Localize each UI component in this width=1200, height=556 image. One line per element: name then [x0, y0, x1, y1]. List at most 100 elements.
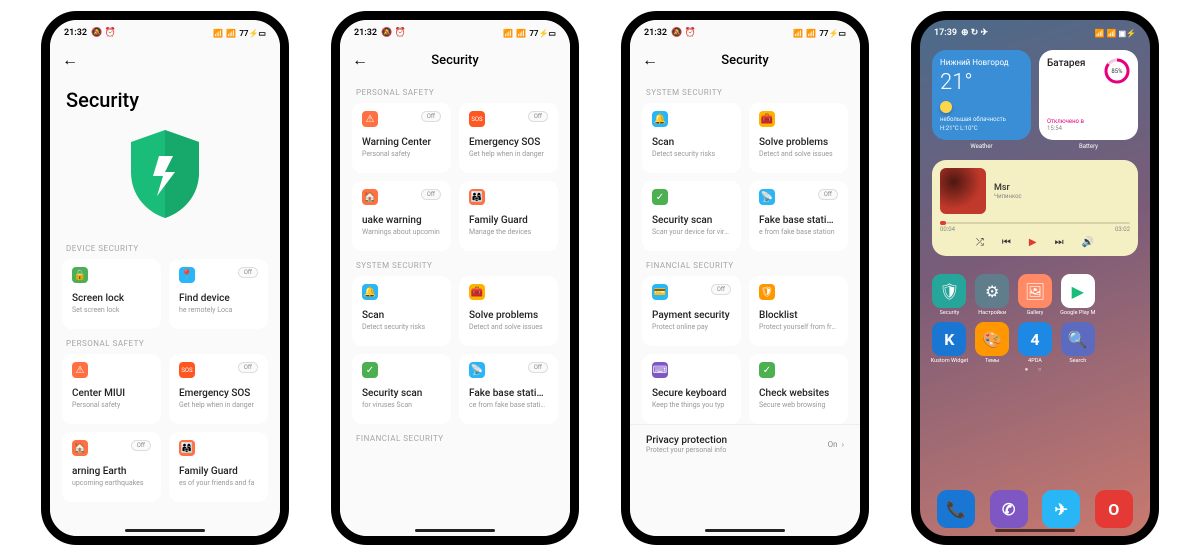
security-tile[interactable]: 💳OffPayment securityProtect online pay: [642, 276, 741, 346]
tile-grid-device: 🔒Screen lockSet screen lock📍OffFind devi…: [50, 259, 280, 329]
home-indicator[interactable]: [705, 529, 785, 532]
app-icon-Темы[interactable]: 🎨Темы: [973, 322, 1012, 364]
home-indicator[interactable]: [415, 529, 495, 532]
security-tile[interactable]: 👨‍👩‍👧Family Guardes of your friends and …: [169, 432, 268, 502]
tile-title: Scan: [652, 137, 731, 148]
phone-security-main: 21:32🔕 ⏰ 📶📶77⚡▭ ← Security DEVICE SECURI…: [41, 11, 289, 545]
section-system-security: SYSTEM SECURITY: [340, 251, 570, 276]
home-indicator[interactable]: [125, 529, 205, 532]
back-arrow-icon[interactable]: ←: [352, 50, 368, 70]
tile-title: Emergency SOS: [179, 388, 258, 399]
tile-grid: 🔔ScanDetect security risks🧰Solve problem…: [340, 276, 570, 424]
security-tile[interactable]: 🧰Solve problemsDetect and solve issues: [749, 103, 848, 173]
weather-desc: небольшая облачность: [940, 116, 1023, 123]
phone-security-personal: 21:32🔕 ⏰ 📶📶77⚡▭ ← Security PERSONAL SAFE…: [331, 11, 579, 545]
tile-title: Center MIUI: [72, 388, 151, 399]
security-tile[interactable]: ✓Security scanScan your device for virus: [642, 181, 741, 251]
tile-sub: Get help when in danger: [179, 401, 258, 409]
toggle-pill[interactable]: Off: [818, 189, 838, 200]
dock-app[interactable]: 📞: [937, 490, 975, 528]
tile-sub: Detect security risks: [362, 323, 441, 331]
security-tile[interactable]: 🔒Screen lockSet screen lock: [62, 259, 161, 329]
header: ←: [50, 42, 280, 78]
music-progress[interactable]: [940, 222, 1130, 224]
security-tile[interactable]: 🏠Offuake warningWarnings about upcomin: [352, 181, 451, 251]
security-tile[interactable]: 👨‍👩‍👧Family GuardManage the devices: [459, 181, 558, 251]
dock-app[interactable]: O: [1095, 490, 1133, 528]
tile-sub: Get help when in danger: [469, 150, 548, 158]
toggle-pill[interactable]: Off: [238, 267, 258, 278]
app-icon-Gallery[interactable]: 🖼Gallery: [1016, 274, 1055, 316]
back-arrow-icon[interactable]: ←: [62, 50, 78, 70]
toggle-pill[interactable]: Off: [421, 189, 441, 200]
toggle-pill[interactable]: Off: [238, 362, 258, 373]
weather-widget[interactable]: Нижний Новгород 21° небольшая облачность…: [932, 50, 1031, 140]
tile-title: Payment security: [652, 310, 731, 321]
security-tile[interactable]: ✓Check websitesSecure web browsing: [749, 354, 848, 424]
app-icon-Search[interactable]: 🔍Search: [1058, 322, 1097, 364]
section-personal-safety: PERSONAL SAFETY: [50, 329, 280, 354]
tile-title: Secure keyboard: [652, 388, 731, 399]
dock-app[interactable]: ✆: [990, 490, 1028, 528]
toggle-pill[interactable]: Off: [131, 440, 151, 451]
security-tile[interactable]: SOSOffEmergency SOSGet help when in dang…: [169, 354, 268, 424]
toggle-pill[interactable]: Off: [528, 111, 548, 122]
page-title: Security: [630, 53, 860, 68]
toggle-pill[interactable]: Off: [421, 111, 441, 122]
app-icon-Настройки[interactable]: ⚙Настройки: [973, 274, 1012, 316]
page-dots[interactable]: ● ○: [920, 364, 1150, 375]
app-icon-blank: [1101, 274, 1140, 316]
tile-sub: he remotely Loca: [179, 306, 258, 314]
tile-title: Blocklist: [759, 310, 838, 321]
security-tile[interactable]: ⌨Secure keyboardKeep the things you typ: [642, 354, 741, 424]
shuffle-icon[interactable]: ⤮: [976, 237, 984, 248]
page-title: Security: [340, 53, 570, 68]
security-tile[interactable]: ⚠OffWarning CenterPersonal safety: [352, 103, 451, 173]
tile-title: Screen lock: [72, 293, 151, 304]
tile-grid: 🔔ScanDetect security risks🧰Solve problem…: [630, 103, 860, 251]
battery-widget[interactable]: Батарея 85% Отключено в 15:54 Battery: [1039, 50, 1138, 140]
app-icon-Security[interactable]: 🛡Security: [930, 274, 969, 316]
home-indicator[interactable]: [995, 529, 1075, 532]
tile-icon: 🔔: [652, 111, 668, 127]
security-tile[interactable]: 🏠Offarning Earthupcoming earthquakes: [62, 432, 161, 502]
tile-title: Scan: [362, 310, 441, 321]
security-tile[interactable]: ⚠Center MIUIPersonal safety: [62, 354, 161, 424]
music-widget[interactable]: Msr Чипинкос 00:04 03:02 ⤮ ⏮ ▶ ⏭ 🔊: [932, 160, 1138, 256]
section-financial-security: FINANCIAL SECURITY: [630, 251, 860, 276]
security-tile[interactable]: 🧰Solve problemsDetect and solve issues: [459, 276, 558, 346]
security-tile[interactable]: 📡OffFake base stationse from fake base s…: [749, 181, 848, 251]
tile-icon: ⚠: [72, 362, 88, 378]
security-tile[interactable]: 📍OffFind devicehe remotely Loca: [169, 259, 268, 329]
app-grid: 🛡Security⚙Настройки🖼Gallery▶Google Play …: [920, 264, 1150, 364]
security-tile[interactable]: 🔔ScanDetect security risks: [642, 103, 741, 173]
security-tile[interactable]: 🔔ScanDetect security risks: [352, 276, 451, 346]
app-icon-Google Play М[interactable]: ▶Google Play М: [1058, 274, 1097, 316]
security-tile[interactable]: 📡OffFake base stationsce from fake base …: [459, 354, 558, 424]
prev-icon[interactable]: ⏮: [1002, 237, 1011, 248]
status-bar: 21:32🔕 ⏰ 📶📶77⚡▭: [340, 20, 570, 42]
tile-title: Fake base stations: [469, 388, 548, 399]
toggle-pill[interactable]: Off: [528, 362, 548, 373]
security-tile[interactable]: SOSOffEmergency SOSGet help when in dang…: [459, 103, 558, 173]
back-arrow-icon[interactable]: ←: [642, 50, 658, 70]
svg-text:85%: 85%: [1111, 68, 1123, 75]
privacy-sub: Protect your personal info: [646, 446, 727, 454]
dock-app[interactable]: ✈: [1042, 490, 1080, 528]
tile-sub: Manage the devices: [469, 228, 548, 236]
security-tile[interactable]: ✓Security scanfor viruses Scan: [352, 354, 451, 424]
tile-icon: ⚠: [362, 111, 378, 127]
toggle-pill[interactable]: Off: [711, 284, 731, 295]
header: ← Security: [340, 42, 570, 78]
app-icon-Kustom Widget[interactable]: KKustom Widget: [930, 322, 969, 364]
app-icon-4PDA[interactable]: 44PDA: [1016, 322, 1055, 364]
security-tile[interactable]: 🛡BlocklistProtect yourself from frau: [749, 276, 848, 346]
privacy-protection-row[interactable]: Privacy protection Protect your personal…: [630, 424, 860, 464]
tile-title: Security scan: [362, 388, 441, 399]
tile-icon: 📡: [469, 362, 485, 378]
tile-sub: Detect and solve issues: [469, 323, 548, 331]
volume-icon[interactable]: 🔊: [1082, 237, 1094, 248]
next-icon[interactable]: ⏭: [1055, 237, 1064, 248]
play-icon[interactable]: ▶: [1029, 237, 1037, 248]
music-total: 03:02: [1115, 226, 1130, 233]
